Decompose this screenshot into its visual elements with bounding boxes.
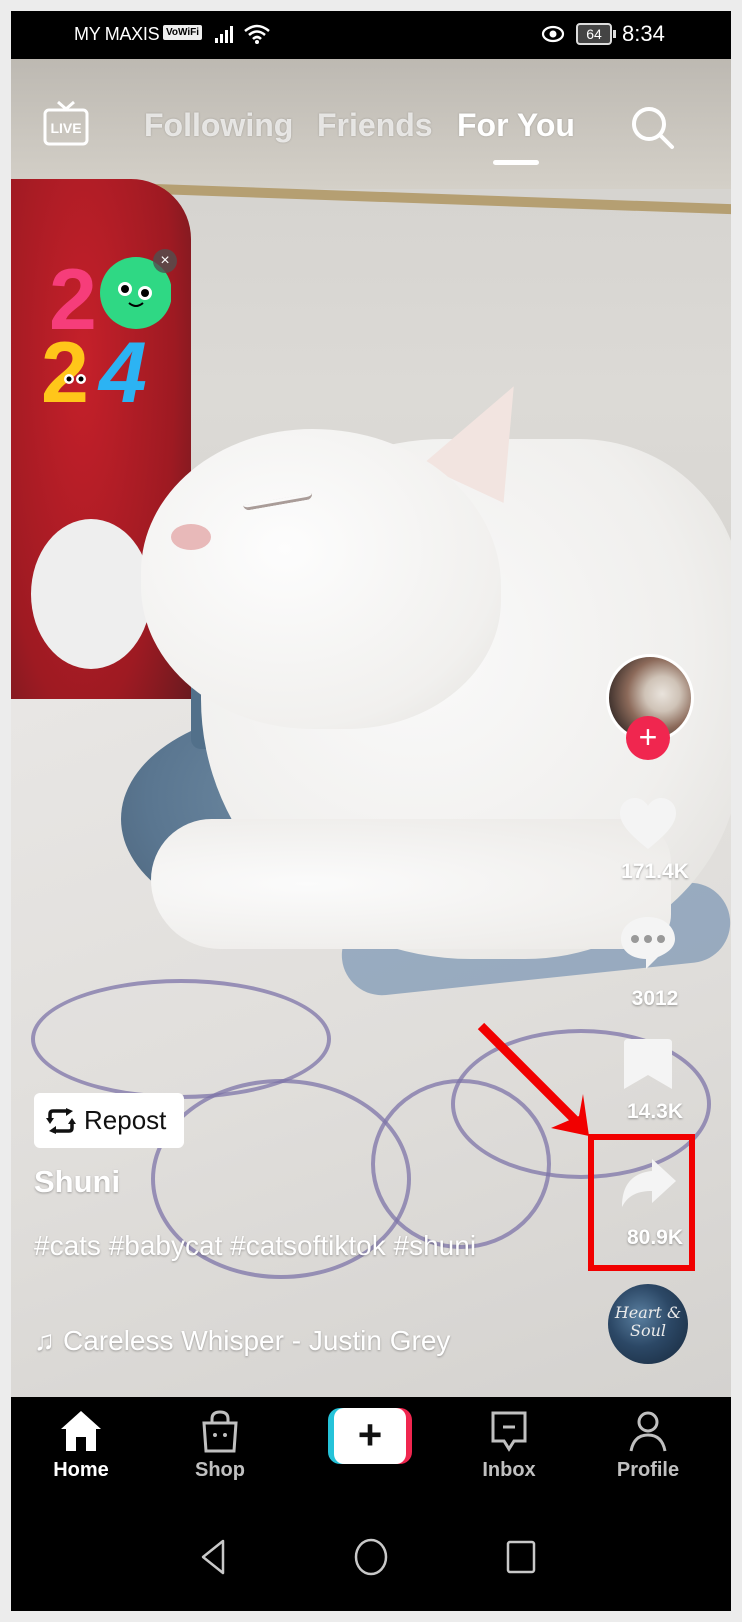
live-icon[interactable]: LIVE xyxy=(41,99,91,149)
wifi-icon xyxy=(244,24,270,44)
nav-home[interactable]: Home xyxy=(31,1397,131,1507)
shopping-bag-icon xyxy=(202,1410,238,1453)
phone-screen: MY MAXIS VoWiFi 64 8:34 LIVE Following F… xyxy=(11,11,731,1611)
comment-icon[interactable] xyxy=(618,913,678,973)
nav-home-label: Home xyxy=(53,1459,109,1481)
battery-nub xyxy=(613,30,616,38)
back-icon[interactable] xyxy=(193,1537,233,1577)
active-tab-indicator xyxy=(493,160,539,165)
repost-icon xyxy=(46,1107,76,1134)
annotation-arrow-icon xyxy=(477,1022,589,1136)
tab-for-you[interactable]: For You xyxy=(457,107,575,144)
create-button[interactable]: + xyxy=(328,1408,412,1464)
svg-text:LIVE: LIVE xyxy=(50,120,81,136)
bookmark-icon[interactable] xyxy=(618,1035,678,1095)
profile-icon xyxy=(629,1411,667,1452)
recents-icon[interactable] xyxy=(501,1537,541,1577)
system-nav-bar xyxy=(11,1507,731,1611)
inbox-icon xyxy=(491,1411,527,1452)
nav-profile[interactable]: Profile xyxy=(598,1397,698,1507)
vowifi-badge: VoWiFi xyxy=(163,25,203,40)
video-caption[interactable]: #cats #babycat #catsoftiktok #shuni xyxy=(34,1223,554,1268)
nav-inbox-label: Inbox xyxy=(482,1459,536,1481)
bottom-nav: Home Shop + Inbox Profile xyxy=(11,1397,731,1507)
music-note-icon: ♫ xyxy=(34,1325,55,1356)
status-bar: MY MAXIS VoWiFi 64 8:34 xyxy=(11,11,731,59)
eye-comfort-icon xyxy=(541,25,565,43)
music-disc[interactable]: Heart & Soul xyxy=(608,1284,688,1364)
home-circle-icon[interactable] xyxy=(351,1537,391,1577)
creator-username[interactable]: Shuni xyxy=(34,1164,120,1200)
search-icon[interactable] xyxy=(629,104,675,150)
plush-face xyxy=(31,519,151,669)
signal-bars-icon xyxy=(215,26,233,43)
repost-button[interactable]: Repost xyxy=(34,1093,184,1148)
like-count: 171.4K xyxy=(621,860,689,883)
save-count: 14.3K xyxy=(626,1100,684,1123)
mattress-pattern xyxy=(31,979,331,1099)
heart-icon[interactable] xyxy=(618,795,678,855)
clock: 8:34 xyxy=(622,21,665,46)
sticker-close-button[interactable]: × xyxy=(153,249,177,273)
repost-label: Repost xyxy=(84,1105,167,1135)
cat-paw xyxy=(151,819,671,949)
sticker-digit-2b: 2 xyxy=(41,325,89,417)
carrier-name: MY MAXIS xyxy=(74,24,160,44)
nav-inbox[interactable]: Inbox xyxy=(459,1397,559,1507)
create-plus-icon: + xyxy=(334,1408,406,1464)
comment-count: 3012 xyxy=(631,987,679,1010)
sticker-digit-4: 4 xyxy=(97,325,147,417)
music-title: Careless Whisper - Justin Grey xyxy=(63,1325,451,1356)
new-year-2024-sticker[interactable]: 2 2 4 xyxy=(41,247,171,417)
top-nav: LIVE Following Friends For You xyxy=(11,59,731,169)
cat-nose xyxy=(171,524,211,550)
share-highlight-box xyxy=(588,1134,695,1271)
follow-button[interactable]: + xyxy=(626,716,670,760)
nav-shop-label: Shop xyxy=(195,1459,245,1481)
tab-friends[interactable]: Friends xyxy=(317,107,433,144)
tab-following[interactable]: Following xyxy=(144,107,293,144)
nav-profile-label: Profile xyxy=(616,1459,680,1481)
nav-shop[interactable]: Shop xyxy=(170,1397,270,1507)
home-icon xyxy=(61,1411,101,1451)
battery-indicator: 64 xyxy=(576,23,612,45)
music-track[interactable]: ♫ Careless Whisper - Justin Grey xyxy=(34,1325,450,1357)
